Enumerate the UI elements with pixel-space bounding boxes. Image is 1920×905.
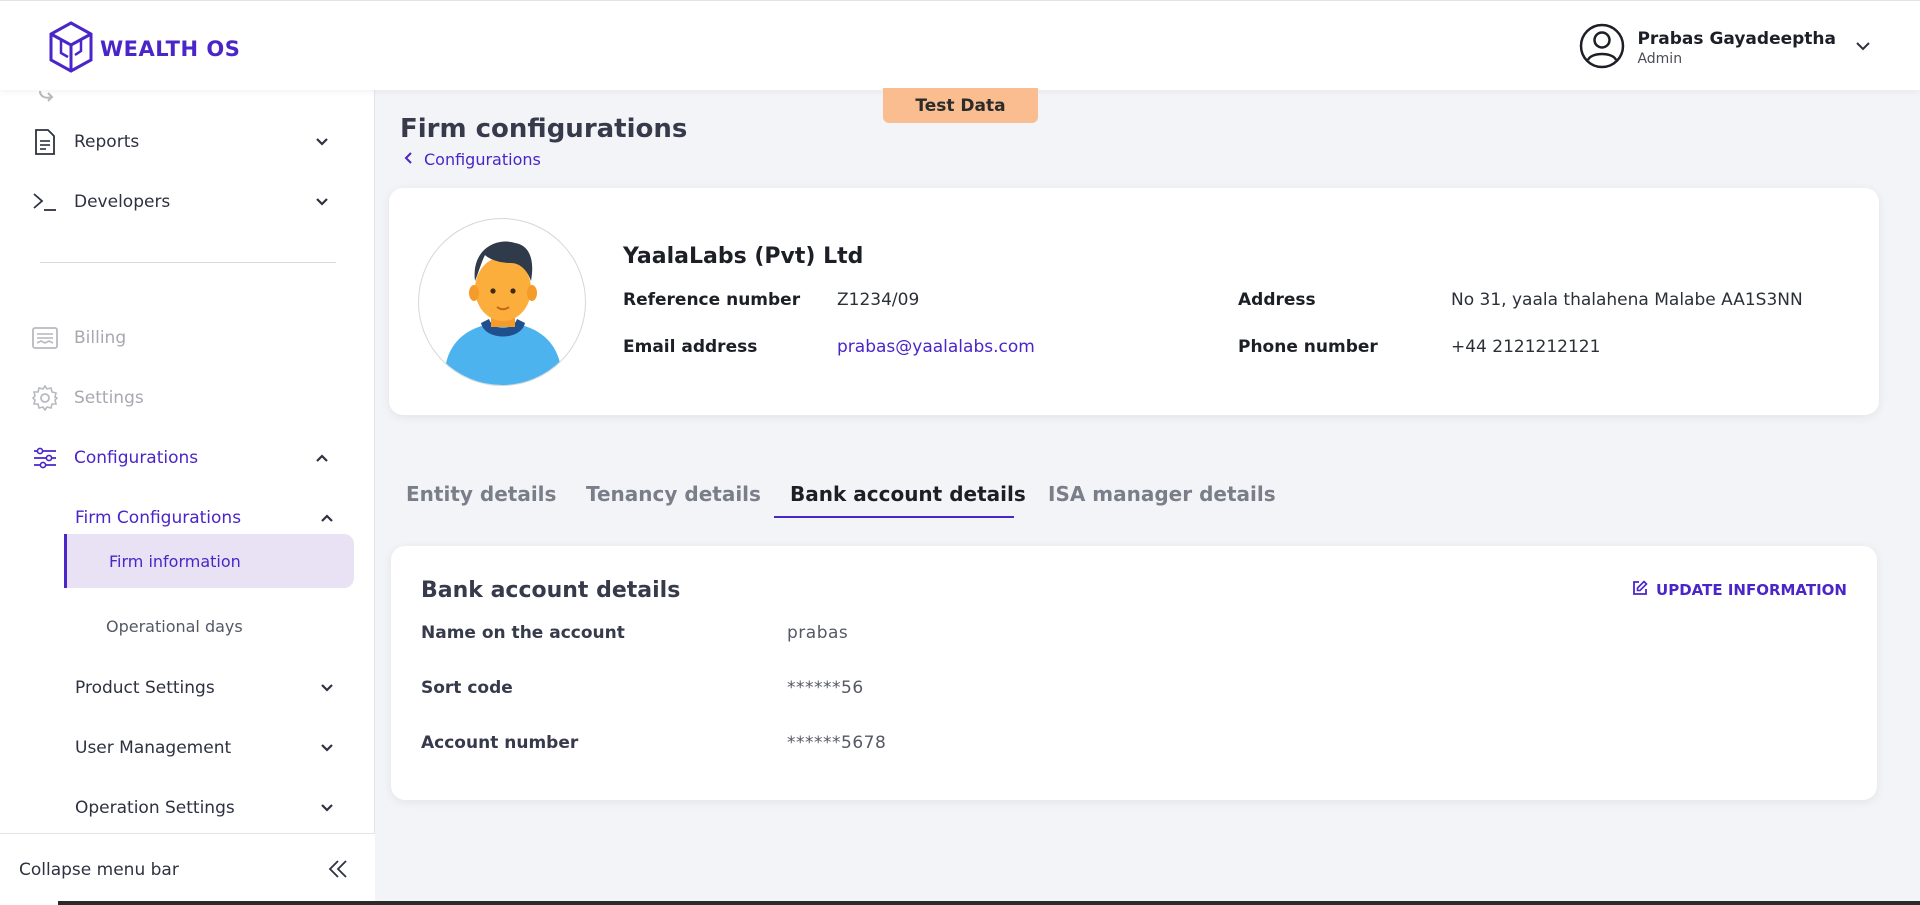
bank-account-title: Bank account details: [421, 578, 681, 603]
reference-number-value: Z1234/09: [837, 290, 920, 310]
chevron-up-icon[interactable]: [312, 448, 332, 468]
sidebar-item-label: Reports: [74, 132, 140, 152]
sidebar-item-label: Firm Configurations: [75, 508, 242, 528]
double-chevron-left-icon[interactable]: [327, 858, 349, 885]
bank-account-card: Bank account details UPDATE INFORMATION …: [391, 546, 1877, 800]
firm-name: YaalaLabs (Pvt) Ltd: [623, 244, 864, 269]
bank-row-label: Name on the account: [421, 623, 625, 643]
tab-bank-account-details[interactable]: Bank account details: [774, 470, 1026, 518]
email-address-link[interactable]: prabas@yaalalabs.com: [837, 337, 1035, 357]
edit-icon: [1632, 580, 1648, 600]
collapse-menu-bar[interactable]: Collapse menu bar: [0, 833, 375, 905]
breadcrumb-link[interactable]: Configurations: [424, 150, 541, 169]
tab-tenancy-details[interactable]: Tenancy details: [570, 470, 777, 518]
breadcrumb[interactable]: Configurations: [402, 150, 541, 169]
chevron-down-icon[interactable]: [312, 192, 332, 212]
sidebar-item-developers[interactable]: Developers: [32, 182, 332, 222]
sidebar-item-firm-information[interactable]: Firm information: [64, 534, 354, 588]
sidebar-item-label: User Management: [75, 738, 232, 758]
bank-row-value: ******5678: [787, 733, 887, 753]
sidebar-item-operation-settings[interactable]: Operation Settings: [75, 788, 337, 828]
user-role: Admin: [1637, 51, 1683, 67]
firm-avatar: [418, 218, 586, 386]
sidebar-item-configurations[interactable]: Configurations: [32, 438, 332, 478]
partial-icon: [34, 88, 60, 107]
reference-number-label: Reference number: [623, 290, 801, 310]
sidebar-item-label: Product Settings: [75, 678, 215, 698]
brand-logo[interactable]: WEALTH OS: [48, 21, 240, 77]
sidebar-item-settings[interactable]: Settings: [32, 378, 332, 418]
billing-icon: [32, 325, 58, 351]
address-label: Address: [1238, 290, 1316, 310]
collapse-menu-label: Collapse menu bar: [19, 859, 179, 880]
test-data-badge: Test Data: [883, 88, 1038, 123]
update-information-button[interactable]: UPDATE INFORMATION: [1632, 580, 1847, 600]
sidebar-item-label: Settings: [74, 388, 144, 408]
bank-row-label: Account number: [421, 733, 579, 753]
sidebar-item-firm-configurations[interactable]: Firm Configurations: [75, 498, 337, 538]
address-value: No 31, yaala thalahena Malabe AA1S3NN: [1451, 290, 1803, 310]
user-menu[interactable]: Prabas Gayadeeptha Admin: [1579, 23, 1872, 73]
user-avatar-icon: [1579, 23, 1625, 73]
brand-name: WEALTH OS: [100, 37, 241, 61]
window-bottom-strip: [0, 901, 1920, 905]
update-information-label: UPDATE INFORMATION: [1656, 581, 1847, 599]
chevron-down-icon[interactable]: [312, 132, 332, 152]
sidebar-item-label: Developers: [74, 192, 171, 212]
tab-isa-manager-details[interactable]: ISA manager details: [1032, 470, 1292, 518]
user-name: Prabas Gayadeeptha: [1637, 29, 1836, 49]
firm-summary-card: YaalaLabs (Pvt) Ltd Reference number Z12…: [389, 188, 1879, 415]
sidebar-item-operational-days[interactable]: Operational days: [106, 611, 243, 641]
chevron-down-icon[interactable]: [317, 678, 337, 698]
sidebar: Reports Developers Billing Settings Conf…: [0, 90, 375, 905]
phone-number-value: +44 2121212121: [1451, 337, 1601, 357]
terminal-icon: [32, 189, 58, 215]
phone-number-label: Phone number: [1238, 337, 1378, 357]
document-icon: [32, 129, 58, 155]
gear-icon: [32, 385, 58, 411]
sidebar-divider: [40, 262, 336, 263]
chevron-up-icon[interactable]: [317, 508, 337, 528]
email-address-label: Email address: [623, 337, 758, 357]
top-header: WEALTH OS Prabas Gayadeeptha Admin: [0, 0, 1920, 90]
bank-row-value: prabas: [787, 623, 849, 643]
chevron-down-icon[interactable]: [317, 738, 337, 758]
sidebar-item-billing[interactable]: Billing: [32, 318, 332, 358]
sliders-icon: [32, 445, 58, 471]
chevron-left-icon: [402, 150, 416, 169]
logo-icon: [48, 21, 94, 77]
sidebar-item-label: Configurations: [74, 448, 199, 468]
sidebar-item-product-settings[interactable]: Product Settings: [75, 668, 337, 708]
page-title: Firm configurations: [400, 114, 688, 144]
bank-row-value: ******56: [787, 678, 864, 698]
sidebar-item-label: Operation Settings: [75, 798, 235, 818]
sidebar-item-reports[interactable]: Reports: [32, 122, 332, 162]
chevron-down-icon[interactable]: [317, 798, 337, 818]
sidebar-item-label: Billing: [74, 328, 127, 348]
bank-row-label: Sort code: [421, 678, 513, 698]
chevron-down-icon[interactable]: [1854, 37, 1872, 59]
tab-entity-details[interactable]: Entity details: [390, 470, 572, 518]
sidebar-item-user-management[interactable]: User Management: [75, 728, 337, 768]
